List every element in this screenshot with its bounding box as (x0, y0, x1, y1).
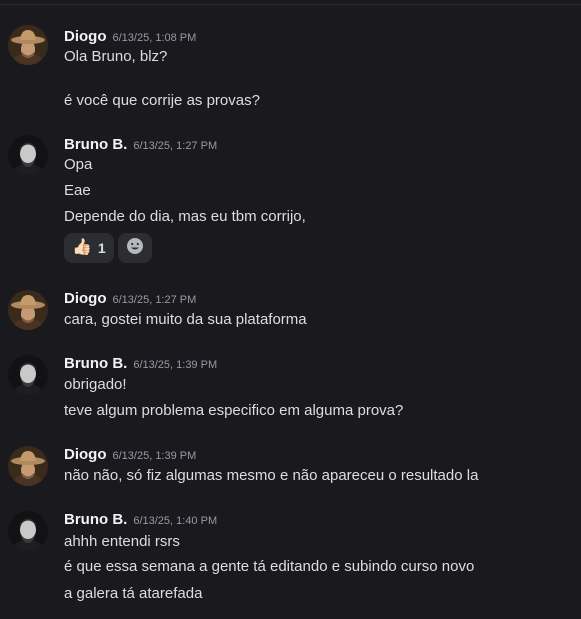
author-name[interactable]: Diogo (64, 28, 107, 45)
chat-messages: Diogo 6/13/25, 1:08 PM Ola Bruno, blz? é … (0, 0, 581, 619)
message-text: obrigado! (64, 376, 127, 393)
message-text: cara, gostei muito da sua plataforma (64, 311, 307, 328)
message-text: Ola Bruno, blz? (64, 48, 168, 65)
divider (0, 4, 581, 5)
message-header: Bruno B. 6/13/25, 1:40 PM (64, 511, 217, 531)
timestamp: 6/13/25, 1:39 PM (112, 450, 197, 462)
author-name[interactable]: Bruno B. (64, 511, 127, 528)
timestamp: 6/13/25, 1:39 PM (133, 359, 218, 371)
message-header: Diogo 6/13/25, 1:27 PM (64, 290, 196, 310)
cowboy-avatar[interactable] (8, 446, 48, 486)
message-text: Depende do dia, mas eu tbm corrijo, (64, 208, 306, 225)
thumbs-up-icon: 👍🏻 (72, 239, 92, 256)
add-reaction-button[interactable] (117, 233, 152, 263)
timestamp: 6/13/25, 1:27 PM (112, 294, 197, 306)
bearded-man-avatar[interactable] (8, 135, 48, 175)
author-name[interactable]: Diogo (64, 446, 107, 463)
message-text: é você que corrije as provas? (64, 92, 260, 109)
reaction-bar: 👍🏻 1 (64, 233, 152, 263)
message-text: teve algum problema especifico em alguma… (64, 402, 404, 419)
cowboy-avatar[interactable] (8, 290, 48, 330)
message-header: Bruno B. 6/13/25, 1:39 PM (64, 355, 217, 375)
author-name[interactable]: Bruno B. (64, 136, 127, 153)
author-name[interactable]: Bruno B. (64, 355, 127, 372)
thumbs-up-reaction[interactable]: 👍🏻 1 (64, 233, 114, 263)
message-text: a galera tá atarefada (64, 585, 203, 602)
author-name[interactable]: Diogo (64, 290, 107, 307)
reaction-count: 1 (97, 240, 106, 256)
message-header: Bruno B. 6/13/25, 1:27 PM (64, 136, 217, 156)
smiley-add-reaction-icon (126, 237, 144, 260)
message-text: ahhh entendi rsrs (64, 533, 180, 550)
message-text: Eae (64, 182, 91, 199)
message-header: Diogo 6/13/25, 1:39 PM (64, 446, 196, 466)
message-text: Opa (64, 156, 93, 173)
message-header: Diogo 6/13/25, 1:08 PM (64, 28, 196, 48)
bearded-man-avatar[interactable] (8, 511, 48, 551)
timestamp: 6/13/25, 1:27 PM (133, 140, 218, 152)
cowboy-avatar[interactable] (8, 25, 48, 65)
message-text: é que essa semana a gente tá editando e … (64, 558, 475, 575)
timestamp: 6/13/25, 1:08 PM (112, 32, 197, 44)
bearded-man-avatar[interactable] (8, 355, 48, 395)
timestamp: 6/13/25, 1:40 PM (133, 515, 218, 527)
message-text: não não, só fiz algumas mesmo e não apar… (64, 467, 479, 484)
